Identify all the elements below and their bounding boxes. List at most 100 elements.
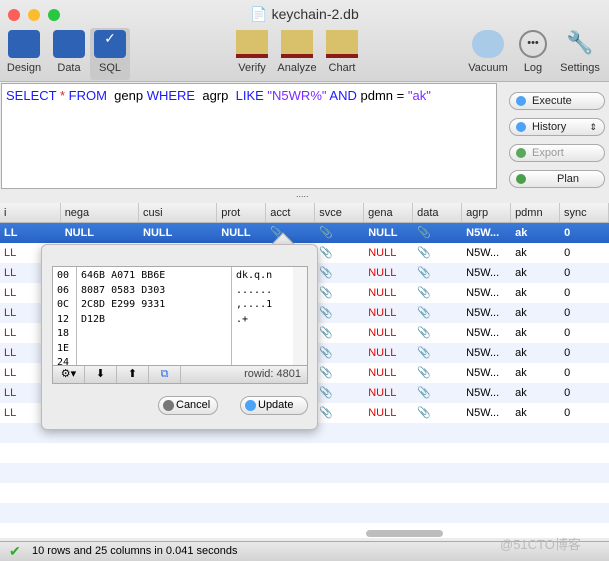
cell-agrp[interactable]: N5W...	[462, 343, 511, 363]
column-header-nega[interactable]: nega	[61, 203, 139, 222]
cell-pdmn[interactable]: ak	[511, 243, 560, 263]
column-header-prot[interactable]: prot	[217, 203, 267, 222]
column-header-cusi[interactable]: cusi	[139, 203, 218, 222]
cell-sync[interactable]: 0	[560, 263, 609, 283]
paperclip-icon[interactable]: 📎	[413, 323, 462, 343]
cell-gena[interactable]: NULL	[364, 303, 413, 323]
cell-sync[interactable]: 0	[560, 403, 609, 423]
toolbar-data[interactable]: Data	[50, 28, 88, 80]
paperclip-icon[interactable]: 📎	[413, 343, 462, 363]
cell-agrp[interactable]: N5W...	[462, 383, 511, 403]
table-row[interactable]: LL NULL NULL NULL 📎 📎 NULL 📎 N5W... ak 0	[0, 223, 609, 243]
cell-pdmn[interactable]: ak	[511, 343, 560, 363]
toolbar-log[interactable]: ••• Log	[516, 28, 550, 80]
paperclip-icon[interactable]: 📎	[315, 283, 364, 303]
export-icon[interactable]: ⬆	[117, 366, 149, 383]
cell-gena[interactable]: NULL	[364, 343, 413, 363]
column-header-i[interactable]: i	[0, 203, 61, 222]
cell-pdmn[interactable]: ak	[511, 303, 560, 323]
split-handle[interactable]: .....	[296, 189, 309, 199]
cell-pdmn[interactable]: ak	[511, 263, 560, 283]
cell-sync[interactable]: 0	[560, 303, 609, 323]
export-button[interactable]: Export	[509, 144, 605, 162]
toolbar-vacuum[interactable]: Vacuum	[465, 28, 511, 80]
column-header-svce[interactable]: svce	[315, 203, 365, 222]
toolbar-sql[interactable]: ✓ SQL	[90, 28, 130, 80]
sql-editor[interactable]: SELECT * FROM genp WHERE agrp LIKE "N5WR…	[1, 83, 497, 189]
paperclip-icon[interactable]: 📎	[413, 243, 462, 263]
hex-view[interactable]: 00 06 0C 12 18 1E 24 646B A071 BB6E 8087 0583 D…	[52, 266, 308, 384]
paperclip-icon[interactable]: 📎	[315, 263, 364, 283]
cell-agrp[interactable]: N5W...	[462, 243, 511, 263]
paperclip-icon[interactable]: 📎	[413, 283, 462, 303]
cancel-button[interactable]: Cancel	[158, 396, 218, 415]
paperclip-icon[interactable]: 📎	[315, 303, 364, 323]
plan-button[interactable]: Plan	[509, 170, 605, 188]
cell-sync[interactable]: 0	[560, 283, 609, 303]
paperclip-icon[interactable]: 📎	[413, 263, 462, 283]
toolbar-settings[interactable]: 🔧 Settings	[555, 28, 605, 80]
column-header-agrp[interactable]: agrp	[462, 203, 512, 222]
column-header-data[interactable]: data	[413, 203, 463, 222]
cell-gena[interactable]: NULL	[364, 403, 413, 423]
cell-agrp[interactable]: N5W...	[462, 323, 511, 343]
paperclip-icon[interactable]: 📎	[315, 343, 364, 363]
cell-gena[interactable]: NULL	[364, 223, 413, 243]
cell-agrp[interactable]: N5W...	[462, 283, 511, 303]
paperclip-icon[interactable]: 📎	[315, 383, 364, 403]
paperclip-icon[interactable]: 📎	[315, 403, 364, 423]
cell-pdmn[interactable]: ak	[511, 223, 560, 243]
paperclip-icon[interactable]: 📎	[315, 223, 364, 243]
cell-gena[interactable]: NULL	[364, 383, 413, 403]
cell-sync[interactable]: 0	[560, 383, 609, 403]
cell-pdmn[interactable]: ak	[511, 283, 560, 303]
cell-agrp[interactable]: N5W...	[462, 403, 511, 423]
toolbar-design[interactable]: Design	[4, 28, 44, 80]
cell-gena[interactable]: NULL	[364, 283, 413, 303]
vertical-scrollbar[interactable]	[293, 267, 307, 365]
paperclip-icon[interactable]: 📎	[315, 323, 364, 343]
cell-i[interactable]: LL	[0, 223, 61, 243]
update-button[interactable]: Update	[240, 396, 308, 415]
cell-gena[interactable]: NULL	[364, 263, 413, 283]
cell-sync[interactable]: 0	[560, 323, 609, 343]
paperclip-icon[interactable]: 📎	[413, 223, 462, 243]
cell-agrp[interactable]: N5W...	[462, 363, 511, 383]
cell-pdmn[interactable]: ak	[511, 383, 560, 403]
cell-pdmn[interactable]: ak	[511, 363, 560, 383]
cell-sync[interactable]: 0	[560, 343, 609, 363]
open-external-icon[interactable]: ⧉	[149, 366, 181, 383]
toolbar-verify[interactable]: Verify	[234, 28, 270, 80]
cell-prot[interactable]: NULL	[217, 223, 266, 243]
paperclip-icon[interactable]: 📎	[315, 243, 364, 263]
cell-sync[interactable]: 0	[560, 223, 609, 243]
cell-pdmn[interactable]: ak	[511, 323, 560, 343]
toolbar-analyze[interactable]: Analyze	[275, 28, 319, 80]
cell-agrp[interactable]: N5W...	[462, 223, 511, 243]
paperclip-icon[interactable]: 📎	[413, 303, 462, 323]
history-button[interactable]: History ⇕	[509, 118, 605, 136]
cell-nega[interactable]: NULL	[61, 223, 139, 243]
horizontal-scrollbar[interactable]	[366, 530, 443, 537]
paperclip-icon[interactable]: 📎	[315, 363, 364, 383]
gear-menu-icon[interactable]: ⚙▾	[53, 366, 85, 383]
paperclip-icon[interactable]: 📎	[413, 363, 462, 383]
cell-gena[interactable]: NULL	[364, 323, 413, 343]
import-icon[interactable]: ⬇	[85, 366, 117, 383]
cell-sync[interactable]: 0	[560, 243, 609, 263]
cell-pdmn[interactable]: ak	[511, 403, 560, 423]
column-header-gena[interactable]: gena	[364, 203, 414, 222]
cell-gena[interactable]: NULL	[364, 243, 413, 263]
cell-agrp[interactable]: N5W...	[462, 303, 511, 323]
cell-sync[interactable]: 0	[560, 363, 609, 383]
toolbar-chart[interactable]: Chart	[324, 28, 360, 80]
cell-gena[interactable]: NULL	[364, 363, 413, 383]
execute-button[interactable]: Execute	[509, 92, 605, 110]
paperclip-icon[interactable]: 📎	[413, 403, 462, 423]
cell-cusi[interactable]: NULL	[139, 223, 217, 243]
column-header-pdmn[interactable]: pdmn	[511, 203, 561, 222]
paperclip-icon[interactable]: 📎	[413, 383, 462, 403]
column-header-acct[interactable]: acct	[266, 203, 316, 222]
column-header-sync[interactable]: sync	[560, 203, 609, 222]
cell-agrp[interactable]: N5W...	[462, 263, 511, 283]
